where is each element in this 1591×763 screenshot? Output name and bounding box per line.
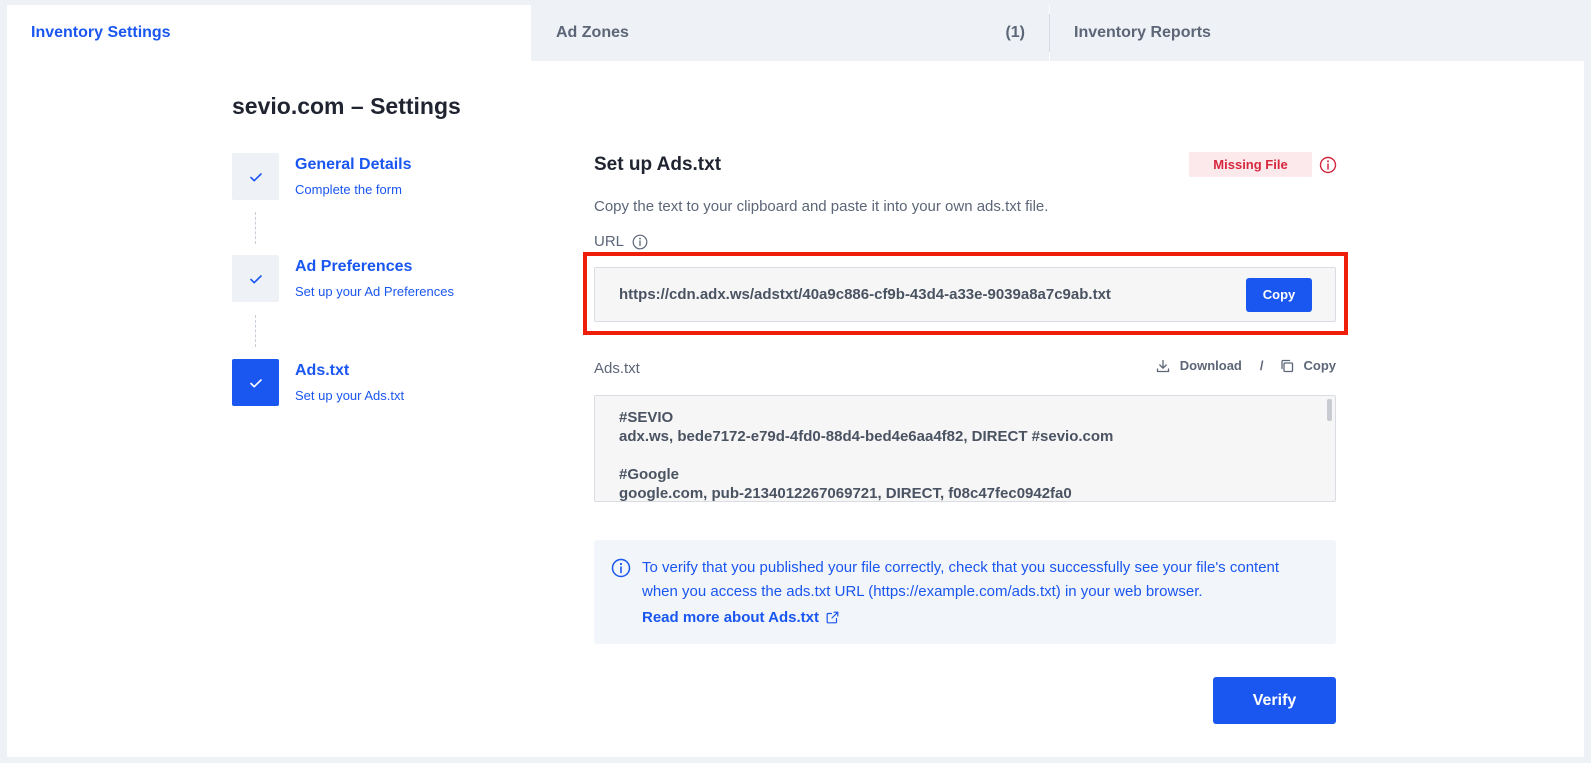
description: Copy the text to your clipboard and past… <box>594 198 1049 215</box>
step-subtitle: Set up your Ad Preferences <box>295 284 454 299</box>
download-label: Download <box>1179 358 1242 373</box>
download-icon <box>1156 359 1169 372</box>
url-label: URL <box>594 233 648 250</box>
ads-line: adx.ws, bede7172-e79d-4fd0-88d4-bed4e6aa… <box>619 428 1114 445</box>
step-connector <box>255 212 256 244</box>
scrollbar[interactable] <box>1327 399 1332 421</box>
verify-button[interactable]: Verify <box>1213 677 1336 724</box>
tab-ad-zones[interactable]: Ad Zones (1) <box>531 5 1049 61</box>
check-icon <box>249 172 262 181</box>
tab-ad-zones-count: (1) <box>1005 24 1025 41</box>
download-button[interactable]: Download <box>1156 358 1242 373</box>
page-title: sevio.com – Settings <box>232 93 461 119</box>
check-icon <box>249 378 262 387</box>
copy-ads-label: Copy <box>1303 358 1337 373</box>
tab-bar: Inventory Settings Ad Zones (1) Inventor… <box>7 5 1584 61</box>
check-icon <box>249 274 262 283</box>
ads-line-blank <box>619 446 1311 465</box>
step-subtitle: Set up your Ads.txt <box>295 388 405 403</box>
copy-icon <box>1280 359 1293 372</box>
ads-txt-textarea[interactable]: #SEVIO adx.ws, bede7172-e79d-4fd0-88d4-b… <box>594 395 1336 502</box>
step-title: Ads.txt <box>295 362 350 379</box>
tab-ad-zones-label: Ad Zones <box>556 24 629 41</box>
read-more-label: Read more about Ads.txt <box>642 609 819 626</box>
info-icon <box>611 558 631 578</box>
read-more-link[interactable]: Read more about Ads.txt <box>642 609 839 626</box>
step-connector <box>255 315 256 347</box>
tab-inventory-settings-label: Inventory Settings <box>31 24 171 41</box>
info-icon[interactable] <box>1319 156 1337 174</box>
step-check-box <box>232 359 279 406</box>
ads-txt-label: Ads.txt <box>594 360 640 377</box>
tab-inventory-reports[interactable]: Inventory Reports <box>1050 5 1584 61</box>
url-label-text: URL <box>594 233 625 250</box>
action-separator: / <box>1259 358 1264 373</box>
info-panel: To verify that you published your file c… <box>594 540 1336 644</box>
step-ad-preferences[interactable]: Ad Preferences Set up your Ad Preference… <box>232 255 454 302</box>
tab-inventory-reports-label: Inventory Reports <box>1074 24 1211 41</box>
step-ads-txt[interactable]: Ads.txt Set up your Ads.txt <box>232 359 404 406</box>
step-check-box <box>232 153 279 200</box>
url-field[interactable]: https://cdn.adx.ws/adstxt/40a9c886-cf9b-… <box>594 267 1336 322</box>
step-general-details[interactable]: General Details Complete the form <box>232 153 412 200</box>
app-frame: Inventory Settings Ad Zones (1) Inventor… <box>7 5 1584 757</box>
step-check-box <box>232 255 279 302</box>
tab-inventory-settings[interactable]: Inventory Settings <box>7 5 531 61</box>
copy-url-button[interactable]: Copy <box>1246 277 1312 312</box>
url-value: https://cdn.adx.ws/adstxt/40a9c886-cf9b-… <box>619 286 1111 303</box>
ads-line: #SEVIO <box>619 409 674 426</box>
step-title: Ad Preferences <box>295 258 413 275</box>
ads-txt-actions: Download / Copy <box>1156 358 1336 373</box>
step-subtitle: Complete the form <box>295 182 402 197</box>
external-link-icon <box>826 611 839 624</box>
step-title: General Details <box>295 156 412 173</box>
ads-line: #Google <box>619 466 680 483</box>
copy-ads-button[interactable]: Copy <box>1280 358 1337 373</box>
info-icon[interactable] <box>632 234 648 250</box>
ads-line: google.com, pub-2134012267069721, DIRECT… <box>619 485 1072 502</box>
info-text: To verify that you published your file c… <box>642 559 1280 600</box>
section-title: Set up Ads.txt <box>594 154 722 175</box>
status-badge: Missing File <box>1189 152 1312 177</box>
